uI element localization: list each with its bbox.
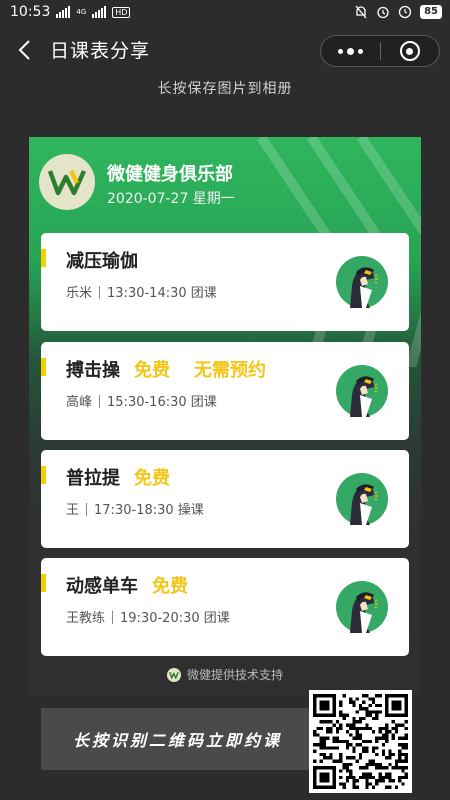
clock-icon: [398, 5, 412, 19]
class-item[interactable]: 减压瑜伽 乐米 13:30-14:30 团课: [41, 233, 409, 331]
class-title: 普拉提 免费: [66, 464, 170, 490]
close-mini-program-button[interactable]: [380, 36, 439, 66]
free-tag: 免费: [134, 360, 170, 381]
class-time: 17:30-18:30: [94, 503, 174, 518]
class-name: 减压瑜伽: [66, 251, 138, 272]
status-time: 10:53: [10, 4, 51, 20]
class-title: 减压瑜伽: [66, 247, 138, 273]
coach-name: 王: [66, 503, 80, 518]
coach-avatar-icon: [336, 581, 388, 633]
club-logo: [39, 154, 95, 210]
free-tag: 免费: [152, 576, 188, 597]
qr-code-pattern: [313, 694, 408, 789]
w-logo-icon: [47, 169, 87, 196]
class-time: 15:30-16:30: [107, 395, 187, 410]
page-title: 日课表分享: [50, 40, 151, 62]
more-dot-icon: [346, 47, 354, 55]
class-meta: 王 17:30-18:30 操课: [66, 499, 204, 518]
mini-logo-icon: [166, 667, 181, 682]
nav-bar: 日课表分享: [0, 24, 450, 76]
class-type: 团课: [190, 395, 217, 410]
class-type: 团课: [190, 286, 217, 301]
accent-bar: [41, 466, 46, 484]
free-tag: 免费: [134, 468, 170, 489]
scan-to-book-banner: 长按识别二维码立即约课: [41, 708, 321, 770]
class-name: 搏击操: [66, 360, 120, 381]
class-item[interactable]: 动感单车 免费 王教练 19:30-20:30 团课: [41, 558, 409, 656]
class-item[interactable]: 搏击操 免费 无需预约 高峰 15:30-16:30 团课: [41, 342, 409, 440]
class-meta: 高峰 15:30-16:30 团课: [66, 391, 217, 410]
schedule-date: 2020-07-27 星期一: [107, 191, 235, 207]
accent-bar: [41, 574, 46, 592]
mute-bell-icon: [355, 5, 367, 19]
schedule-share-card[interactable]: 微健健身俱乐部 2020-07-27 星期一 减压瑜伽 乐米 13:30-14:3…: [29, 137, 421, 697]
coach-avatar-icon: [336, 365, 388, 417]
hd-badge: HD: [112, 6, 131, 18]
back-arrow-icon[interactable]: [14, 38, 38, 62]
mini-program-capsule: [320, 35, 440, 67]
alarm-icon: [377, 6, 389, 19]
tech-support-line: 微健提供技术支持: [0, 666, 450, 683]
club-name: 微健健身俱乐部: [107, 164, 233, 185]
class-meta: 王教练 19:30-20:30 团课: [66, 607, 230, 626]
save-hint: 长按保存图片到相册: [157, 81, 293, 97]
coach-avatar-icon: [336, 473, 388, 525]
coach-name: 高峰: [66, 395, 93, 410]
status-bar: 10:53 4G HD 85: [0, 0, 450, 24]
more-dot-icon: [337, 48, 343, 54]
class-title: 搏击操 免费 无需预约: [66, 356, 266, 382]
coach-name: 乐米: [66, 286, 93, 301]
class-type: 团课: [203, 611, 230, 626]
no-booking-tag: 无需预约: [194, 360, 266, 381]
coach-avatar-icon: [336, 256, 388, 308]
support-text: 微健提供技术支持: [186, 668, 283, 682]
signal-icon: [56, 6, 71, 18]
class-type: 操课: [177, 503, 204, 518]
class-name: 动感单车: [66, 576, 138, 597]
close-target-icon: [399, 41, 420, 61]
qr-code-icon[interactable]: [309, 690, 412, 793]
accent-bar: [41, 249, 46, 267]
class-name: 普拉提: [66, 468, 120, 489]
more-dot-icon: [357, 48, 363, 54]
network-label: 4G: [76, 8, 87, 16]
more-options-button[interactable]: [321, 36, 380, 66]
class-title: 动感单车 免费: [66, 572, 188, 598]
class-item[interactable]: 普拉提 免费 王 17:30-18:30 操课: [41, 450, 409, 548]
class-meta: 乐米 13:30-14:30 团课: [66, 282, 217, 301]
class-time: 19:30-20:30: [120, 611, 200, 626]
battery-indicator: 85: [420, 5, 442, 19]
class-time: 13:30-14:30: [107, 286, 187, 301]
coach-name: 王教练: [66, 611, 106, 626]
signal-icon-2: [92, 6, 107, 18]
accent-bar: [41, 358, 46, 376]
